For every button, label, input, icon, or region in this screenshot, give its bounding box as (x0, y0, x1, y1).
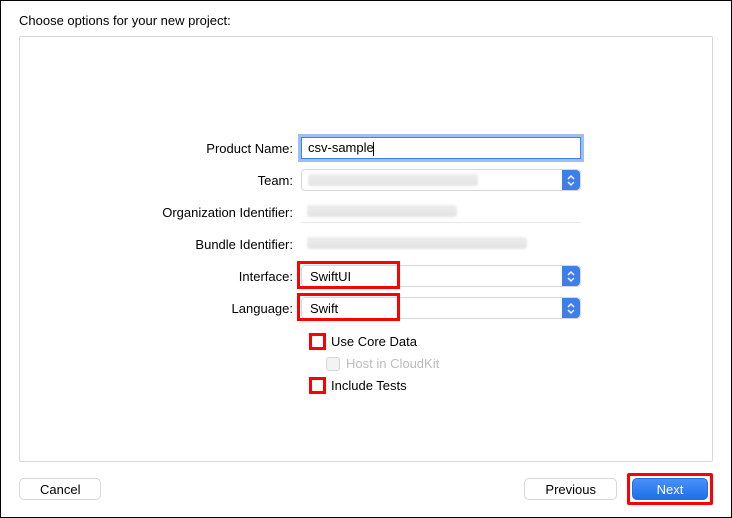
interface-label: Interface: (20, 269, 301, 284)
cancel-button[interactable]: Cancel (19, 478, 101, 500)
form-panel: Product Name: csv-sample Team: Organizat… (19, 36, 713, 462)
chevron-updown-icon (562, 298, 580, 318)
org-identifier-input[interactable] (301, 201, 581, 223)
annotation-highlight (309, 377, 326, 394)
annotation-highlight (309, 333, 326, 350)
include-tests-label: Include Tests (331, 378, 407, 393)
interface-select[interactable]: SwiftUI (301, 265, 581, 287)
redacted-text (307, 205, 457, 217)
text-caret (373, 142, 374, 156)
team-select[interactable] (301, 169, 581, 191)
language-label: Language: (20, 301, 301, 316)
product-name-label: Product Name: (20, 141, 301, 156)
language-selected: Swift (310, 301, 338, 316)
use-core-data-checkbox[interactable] (312, 336, 323, 347)
chevron-updown-icon (562, 266, 580, 286)
footer: Cancel Previous Next (19, 473, 713, 505)
use-core-data-label: Use Core Data (331, 334, 417, 349)
product-name-input[interactable]: csv-sample (301, 137, 581, 159)
chevron-updown-icon (562, 170, 580, 190)
team-label: Team: (20, 173, 301, 188)
host-cloudkit-label: Host in CloudKit (346, 356, 439, 371)
bundle-identifier-label: Bundle Identifier: (20, 237, 301, 252)
bundle-identifier-value (301, 233, 581, 255)
host-cloudkit-checkbox (326, 357, 340, 371)
redacted-text (308, 174, 478, 186)
language-select[interactable]: Swift (301, 297, 581, 319)
redacted-text (307, 237, 527, 249)
next-button[interactable]: Next (632, 478, 708, 500)
org-identifier-label: Organization Identifier: (20, 205, 301, 220)
page-title: Choose options for your new project: (19, 13, 231, 28)
annotation-highlight: Next (627, 473, 713, 505)
product-name-value: csv-sample (308, 140, 374, 155)
previous-button[interactable]: Previous (524, 478, 617, 500)
interface-selected: SwiftUI (310, 269, 351, 284)
include-tests-checkbox[interactable] (312, 380, 323, 391)
